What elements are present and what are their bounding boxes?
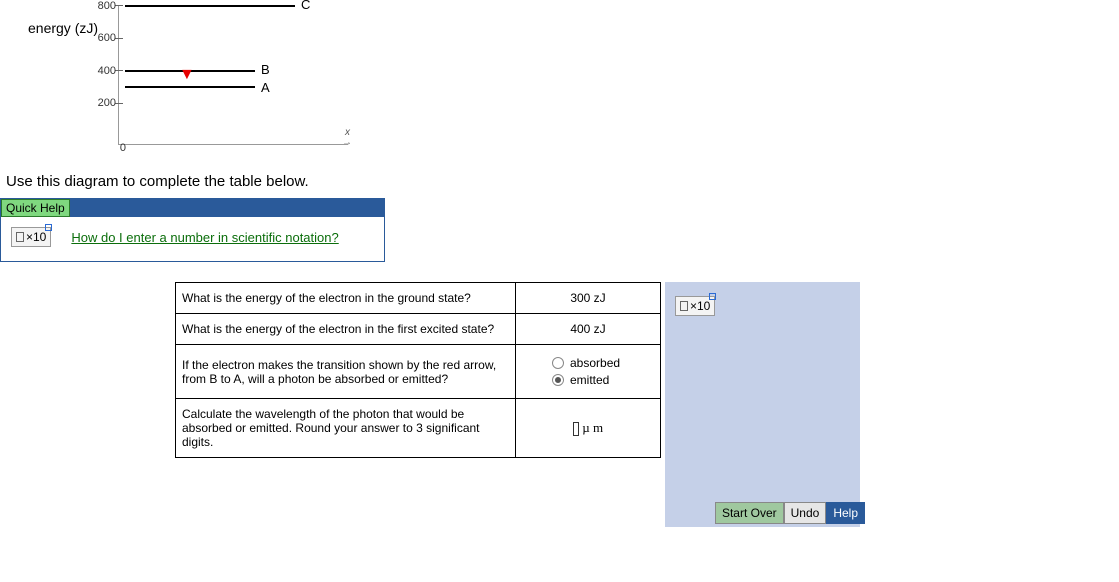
tick-400 <box>115 70 123 71</box>
radio-emitted[interactable]: emitted <box>522 373 654 387</box>
question-cell: If the electron makes the transition sho… <box>176 345 516 399</box>
question-cell: What is the energy of the electron in th… <box>176 283 516 314</box>
quick-help-tab[interactable]: Quick Help <box>1 199 70 217</box>
quick-help-header: Quick Help <box>1 199 384 217</box>
question-cell: Calculate the wavelength of the photon t… <box>176 399 516 458</box>
unit-label: µ m <box>582 420 603 435</box>
answer-table: What is the energy of the electron in th… <box>175 282 661 458</box>
x-axis-arrow-icon: → <box>342 137 352 148</box>
tick-800 <box>115 5 123 6</box>
instruction-text: Use this diagram to complete the table b… <box>6 173 1119 190</box>
transition-arrow-icon: ▼ <box>179 66 195 84</box>
quick-help-panel: Quick Help ×10 How do I enter a number i… <box>0 198 385 262</box>
table-row: Calculate the wavelength of the photon t… <box>176 399 661 458</box>
level-c-label: C <box>301 0 310 12</box>
start-over-button[interactable]: Start Over <box>715 502 784 524</box>
placeholder-box-icon <box>680 301 688 311</box>
radio-label: emitted <box>570 373 609 387</box>
answer-cell: absorbed emitted <box>516 345 661 399</box>
level-c-line <box>125 5 295 7</box>
level-a-label: A <box>261 80 270 95</box>
tick-600 <box>115 38 123 39</box>
answer-cell[interactable]: 400 zJ <box>516 314 661 345</box>
scientific-notation-button-cell[interactable]: ×10 <box>675 296 715 316</box>
radio-icon <box>552 374 564 386</box>
answer-side-panel <box>665 282 860 527</box>
answer-area: ×10 What is the energy of the electron i… <box>175 282 865 527</box>
help-button[interactable]: Help <box>826 502 865 524</box>
sci-label-cell: ×10 <box>690 299 710 313</box>
wavelength-input[interactable] <box>573 422 579 436</box>
tick-label-400: 400 <box>86 65 116 77</box>
tick-label-200: 200 <box>86 97 116 109</box>
energy-diagram: energy (zJ) C B A ▼ x → 800 600 400 200 … <box>0 0 370 155</box>
undo-button[interactable]: Undo <box>784 502 827 524</box>
tick-200 <box>115 103 123 104</box>
tick-label-800: 800 <box>86 0 116 12</box>
answer-cell[interactable]: µ m <box>516 399 661 458</box>
tick-label-600: 600 <box>86 32 116 44</box>
table-row: What is the energy of the electron in th… <box>176 283 661 314</box>
placeholder-box-icon <box>16 232 24 242</box>
radio-absorbed[interactable]: absorbed <box>522 356 654 370</box>
quick-help-body: ×10 How do I enter a number in scientifi… <box>1 217 384 261</box>
tick-label-0: 0 <box>96 142 126 154</box>
radio-icon <box>552 357 564 369</box>
table-row: What is the energy of the electron in th… <box>176 314 661 345</box>
sci-label: ×10 <box>26 230 46 244</box>
answer-cell[interactable]: 300 zJ <box>516 283 661 314</box>
scientific-notation-button[interactable]: ×10 <box>11 227 51 247</box>
question-cell: What is the energy of the electron in th… <box>176 314 516 345</box>
button-row: Start Over Undo Help <box>715 502 865 524</box>
sci-notation-help-link[interactable]: How do I enter a number in scientific no… <box>71 230 338 245</box>
radio-label: absorbed <box>570 356 620 370</box>
exponent-box-icon <box>45 224 52 231</box>
level-b-label: B <box>261 62 270 77</box>
chart-plot: C B A ▼ x → <box>118 5 348 145</box>
level-a-line <box>125 86 255 88</box>
table-row: If the electron makes the transition sho… <box>176 345 661 399</box>
exponent-box-icon <box>709 293 716 300</box>
